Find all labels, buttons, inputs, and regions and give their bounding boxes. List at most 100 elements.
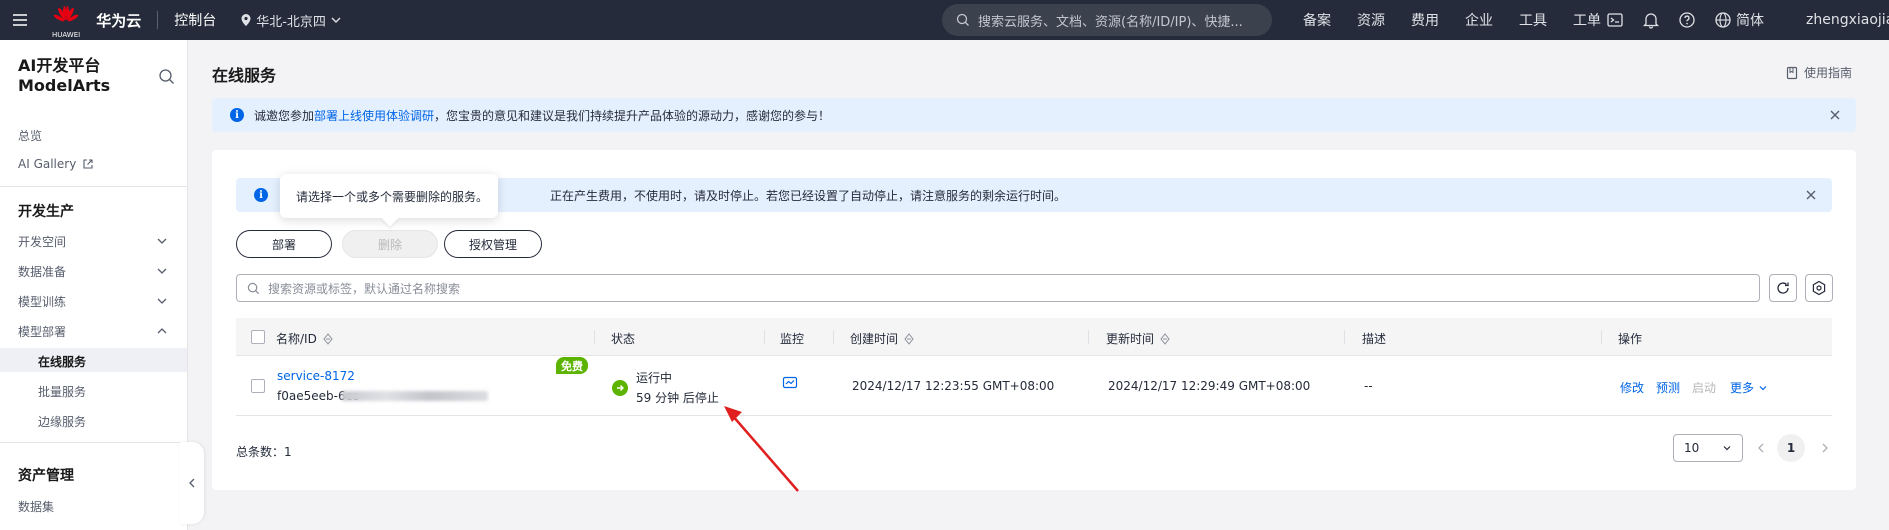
info-icon: i xyxy=(254,188,268,202)
user-guide-link[interactable]: 使用指南 xyxy=(1786,64,1852,81)
sort-icon xyxy=(904,332,914,345)
auth-management-button[interactable]: 授权管理 xyxy=(444,230,542,258)
created-time: 2024/12/17 12:23:55 GMT+08:00 xyxy=(852,379,1055,393)
sidebar-item-overview[interactable]: 总览 xyxy=(18,127,42,144)
column-description: 描述 xyxy=(1362,330,1386,347)
top-link-billing[interactable]: 费用 xyxy=(1398,10,1452,30)
user-menu[interactable]: zhengxiaojiar xyxy=(1806,0,1889,40)
huawei-logo[interactable]: HUAWEI 华为云 xyxy=(52,2,141,39)
monitor-icon[interactable] xyxy=(782,376,798,390)
chevron-down-icon[interactable] xyxy=(156,235,168,247)
table-header: 名称/ID 状态 监控 创建时间 更新时间 描述 操作 xyxy=(236,318,1832,356)
edit-action[interactable]: 修改 xyxy=(1620,379,1644,396)
more-actions-label: 更多 xyxy=(1730,381,1755,395)
sidebar-item-batch-service[interactable]: 批量服务 xyxy=(38,383,86,400)
bell-icon[interactable] xyxy=(1642,11,1660,29)
column-label: 更新时间 xyxy=(1106,332,1155,346)
page-size-select[interactable]: 10 xyxy=(1673,434,1743,462)
top-link-filing[interactable]: 备案 xyxy=(1290,10,1344,30)
auto-stop-text[interactable]: 59 分钟 后停止 xyxy=(636,389,719,406)
predict-action[interactable]: 预测 xyxy=(1656,379,1680,396)
row-checkbox[interactable] xyxy=(251,379,265,393)
chevron-down-icon xyxy=(331,17,341,23)
sidebar-collapse-button[interactable] xyxy=(180,442,204,524)
divider xyxy=(0,186,187,187)
updated-time: 2024/12/17 12:29:49 GMT+08:00 xyxy=(1108,379,1311,393)
billing-alert-text: 正在产生费用，不使用时，请及时停止。若您已经设置了自动停止，请注意服务的剩余运行… xyxy=(550,188,1067,203)
service-name-link[interactable]: service-8172 xyxy=(277,369,355,383)
sidebar-item-model-train[interactable]: 模型训练 xyxy=(18,293,66,310)
global-search-input[interactable]: 搜索云服务、文档、资源(名称/ID/IP)、快捷... xyxy=(942,4,1272,36)
deploy-button[interactable]: 部署 xyxy=(236,230,332,258)
select-all-checkbox[interactable] xyxy=(251,330,265,344)
gear-icon xyxy=(1812,280,1826,296)
terminal-icon[interactable] xyxy=(1606,11,1624,29)
column-label: 创建时间 xyxy=(850,332,899,346)
delete-button[interactable]: 删除 xyxy=(342,230,438,258)
refresh-icon xyxy=(1777,282,1789,294)
free-badge: 免费 xyxy=(556,357,588,374)
menu-icon[interactable] xyxy=(0,0,40,40)
sidebar-item-data-prep[interactable]: 数据准备 xyxy=(18,263,66,280)
prev-page-icon[interactable] xyxy=(1755,442,1767,454)
next-page-icon[interactable] xyxy=(1819,442,1831,454)
sidebar-item-online-service[interactable]: 在线服务 xyxy=(38,353,86,370)
column-name-id[interactable]: 名称/ID xyxy=(276,330,333,347)
top-link-tools[interactable]: 工具 xyxy=(1506,10,1560,30)
column-status: 状态 xyxy=(611,330,635,347)
delete-tooltip: 请选择一个或多个需要删除的服务。 xyxy=(280,174,498,218)
alert-prefix: 诚邀您参加 xyxy=(254,108,315,123)
language-label: 简体 xyxy=(1736,13,1764,29)
column-divider xyxy=(1344,330,1345,344)
search-icon xyxy=(247,282,260,294)
chevron-down-icon[interactable] xyxy=(156,265,168,277)
sort-icon xyxy=(323,332,333,345)
external-link-icon xyxy=(83,159,93,169)
table-search-input[interactable]: 搜索资源或标签，默认通过名称搜索 xyxy=(236,274,1760,302)
sidebar-group-assets: 资产管理 xyxy=(18,468,74,484)
current-page[interactable]: 1 xyxy=(1777,434,1805,462)
table-row: service-8172 f0ae5eeb-6cc 运行中 59 分钟 后停止 … xyxy=(236,356,1832,416)
alert-suffix: ，您宝贵的意见和建议是我们持续提升产品体验的源动力，感谢您的参与！ xyxy=(434,108,831,123)
more-actions[interactable]: 更多 xyxy=(1730,379,1768,396)
chevron-up-icon[interactable] xyxy=(156,325,168,337)
top-link-enterprise[interactable]: 企业 xyxy=(1452,10,1506,30)
close-icon[interactable] xyxy=(1804,188,1818,202)
region-selector[interactable]: 华北-北京四 xyxy=(240,11,342,30)
language-selector[interactable]: 简体 xyxy=(1714,10,1764,30)
chevron-down-icon[interactable] xyxy=(156,295,168,307)
top-link-resources[interactable]: 资源 xyxy=(1344,10,1398,30)
column-label: 状态 xyxy=(611,332,636,346)
column-divider xyxy=(1088,330,1089,344)
sidebar: AI开发平台 ModelArts 总览 AI Gallery 开发生产 开发空间… xyxy=(0,40,188,530)
status-text: 运行中 xyxy=(636,371,673,385)
settings-button[interactable] xyxy=(1805,274,1833,302)
refresh-button[interactable] xyxy=(1769,274,1797,302)
sidebar-item-model-deploy[interactable]: 模型部署 xyxy=(18,323,66,340)
sidebar-search-icon[interactable] xyxy=(158,68,176,86)
column-label: 描述 xyxy=(1362,332,1387,346)
sidebar-group-dev: 开发生产 xyxy=(18,204,74,220)
running-status-icon xyxy=(612,380,628,396)
survey-link[interactable]: 部署上线使用体验调研 xyxy=(314,107,434,124)
start-action[interactable]: 启动 xyxy=(1692,379,1716,396)
global-search-placeholder: 搜索云服务、文档、资源(名称/ID/IP)、快捷... xyxy=(978,14,1243,30)
column-updated[interactable]: 更新时间 xyxy=(1106,330,1170,347)
table-search-placeholder: 搜索资源或标签，默认通过名称搜索 xyxy=(268,281,461,296)
console-link[interactable]: 控制台 xyxy=(174,10,216,30)
location-pin-icon xyxy=(241,14,251,26)
sidebar-item-dataset[interactable]: 数据集 xyxy=(18,498,54,515)
sidebar-item-dev-space[interactable]: 开发空间 xyxy=(18,233,66,250)
top-links: 备案 资源 费用 企业 工具 工单 xyxy=(1290,0,1614,40)
globe-icon xyxy=(1715,12,1731,28)
sidebar-title-line2: ModelArts xyxy=(18,76,111,95)
help-icon[interactable] xyxy=(1678,11,1696,29)
sidebar-item-edge-service[interactable]: 边缘服务 xyxy=(38,413,86,430)
column-divider xyxy=(1601,330,1602,344)
close-icon[interactable] xyxy=(1828,108,1842,122)
logo-label: HUAWEI xyxy=(52,30,81,39)
sidebar-item-ai-gallery[interactable]: AI Gallery xyxy=(18,157,94,171)
top-navbar: HUAWEI 华为云 控制台 华北-北京四 搜索云服务、文档、资源(名称/ID/… xyxy=(0,0,1889,40)
sidebar-item-label: AI Gallery xyxy=(18,157,77,171)
column-created[interactable]: 创建时间 xyxy=(850,330,914,347)
